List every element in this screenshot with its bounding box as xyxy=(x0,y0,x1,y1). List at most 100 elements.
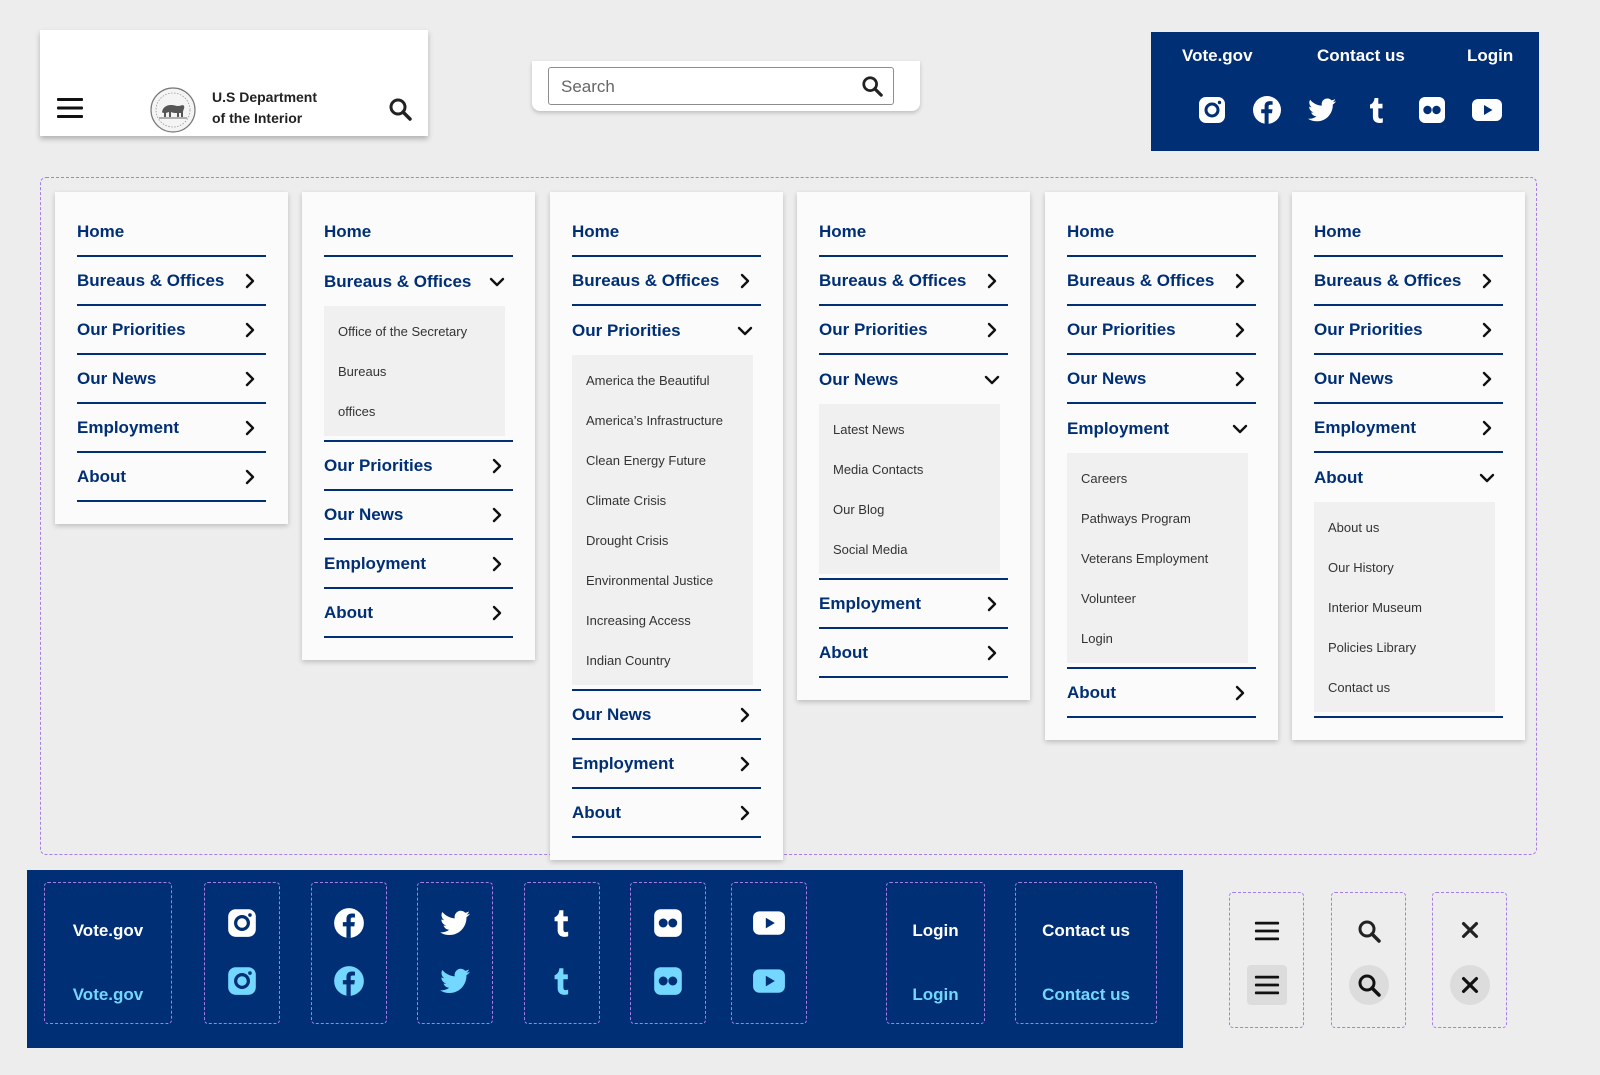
search-icon[interactable] xyxy=(388,97,412,121)
chevron-right-icon[interactable] xyxy=(737,805,753,821)
nav-item[interactable]: Our Priorities xyxy=(1314,306,1503,355)
nav-item[interactable]: Our News xyxy=(819,355,1008,404)
submenu-item[interactable]: Our History xyxy=(1314,548,1495,588)
instagram-icon[interactable] xyxy=(225,964,259,998)
submenu-item[interactable]: Login xyxy=(1067,619,1248,659)
close-icon[interactable] xyxy=(1459,919,1481,941)
nav-item[interactable]: Home xyxy=(1067,208,1256,257)
chevron-right-icon[interactable] xyxy=(737,273,753,289)
submenu-item[interactable]: Veterans Employment xyxy=(1067,539,1248,579)
twitter-icon[interactable] xyxy=(438,964,472,998)
chevron-right-icon[interactable] xyxy=(489,556,505,572)
nav-item[interactable]: Employment xyxy=(1314,404,1503,453)
contact-link-hover[interactable]: Contact us xyxy=(1016,985,1156,1005)
nav-item[interactable]: Our Priorities xyxy=(1067,306,1256,355)
nav-item[interactable]: Our News xyxy=(77,355,266,404)
nav-item[interactable]: Employment xyxy=(77,404,266,453)
nav-item[interactable]: About xyxy=(819,629,1008,678)
chevron-right-icon[interactable] xyxy=(984,273,1000,289)
nav-item[interactable]: Bureaus & Offices xyxy=(324,257,513,306)
nav-item[interactable]: About xyxy=(572,789,761,838)
nav-item[interactable]: Bureaus & Offices xyxy=(819,257,1008,306)
nav-item[interactable]: Our News xyxy=(324,491,513,540)
contact-link[interactable]: Contact us xyxy=(1317,46,1405,66)
nav-item[interactable]: Bureaus & Offices xyxy=(77,257,266,306)
submenu-item[interactable]: Pathways Program xyxy=(1067,499,1248,539)
nav-item[interactable]: Our Priorities xyxy=(77,306,266,355)
submenu-item[interactable]: Climate Crisis xyxy=(572,481,753,521)
submenu-item[interactable]: Drought Crisis xyxy=(572,521,753,561)
close-icon-hover[interactable] xyxy=(1449,965,1490,1005)
flickr-icon[interactable] xyxy=(651,964,685,998)
menu-icon-hover[interactable] xyxy=(1246,965,1287,1005)
chevron-right-icon[interactable] xyxy=(489,458,505,474)
seal-icon[interactable] xyxy=(150,87,196,133)
nav-item[interactable]: Our Priorities xyxy=(572,306,761,355)
submenu-item[interactable]: Media Contacts xyxy=(819,450,1000,490)
submenu-item[interactable]: Latest News xyxy=(819,410,1000,450)
chevron-right-icon[interactable] xyxy=(489,605,505,621)
chevron-right-icon[interactable] xyxy=(242,322,258,338)
submenu-item[interactable]: About us xyxy=(1314,508,1495,548)
login-link[interactable]: Login xyxy=(887,921,984,941)
nav-item[interactable]: Employment xyxy=(819,580,1008,629)
chevron-right-icon[interactable] xyxy=(984,645,1000,661)
submenu-item[interactable]: Volunteer xyxy=(1067,579,1248,619)
youtube-icon[interactable] xyxy=(1471,94,1503,126)
submenu-item[interactable]: offices xyxy=(324,392,505,432)
nav-item[interactable]: Employment xyxy=(572,740,761,789)
submenu-item[interactable]: America’s Infrastructure xyxy=(572,401,753,441)
chevron-right-icon[interactable] xyxy=(1479,322,1495,338)
nav-item[interactable]: Employment xyxy=(1067,404,1256,453)
menu-icon[interactable] xyxy=(1254,919,1280,943)
chevron-right-icon[interactable] xyxy=(1232,371,1248,387)
nav-item[interactable]: Home xyxy=(572,208,761,257)
search-icon[interactable] xyxy=(1357,919,1381,943)
chevron-right-icon[interactable] xyxy=(1479,273,1495,289)
facebook-icon[interactable] xyxy=(1251,94,1283,126)
agency-name[interactable]: U.S Department of the Interior xyxy=(212,87,317,129)
chevron-right-icon[interactable] xyxy=(984,322,1000,338)
submenu-item[interactable]: Careers xyxy=(1067,459,1248,499)
chevron-right-icon[interactable] xyxy=(242,469,258,485)
facebook-icon[interactable] xyxy=(332,964,366,998)
tumblr-icon[interactable] xyxy=(545,964,579,998)
twitter-icon[interactable] xyxy=(1306,94,1338,126)
tumblr-icon[interactable] xyxy=(1361,94,1393,126)
submenu-item[interactable]: Office of the Secretary xyxy=(324,312,505,352)
tumblr-icon[interactable] xyxy=(545,906,579,940)
facebook-icon[interactable] xyxy=(332,906,366,940)
chevron-right-icon[interactable] xyxy=(984,596,1000,612)
chevron-down-icon[interactable] xyxy=(489,274,505,290)
search-input[interactable] xyxy=(559,73,853,101)
flickr-icon[interactable] xyxy=(651,906,685,940)
login-link[interactable]: Login xyxy=(1467,46,1513,66)
vote-link-hover[interactable]: Vote.gov xyxy=(45,985,171,1005)
chevron-right-icon[interactable] xyxy=(242,371,258,387)
nav-item[interactable]: Home xyxy=(1314,208,1503,257)
nav-item[interactable]: Employment xyxy=(324,540,513,589)
instagram-icon[interactable] xyxy=(1196,94,1228,126)
flickr-icon[interactable] xyxy=(1416,94,1448,126)
chevron-down-icon[interactable] xyxy=(984,372,1000,388)
chevron-right-icon[interactable] xyxy=(1232,685,1248,701)
chevron-down-icon[interactable] xyxy=(737,323,753,339)
chevron-right-icon[interactable] xyxy=(489,507,505,523)
submenu-item[interactable]: America the Beautiful xyxy=(572,361,753,401)
submenu-item[interactable]: Increasing Access xyxy=(572,601,753,641)
contact-link[interactable]: Contact us xyxy=(1016,921,1156,941)
chevron-right-icon[interactable] xyxy=(1232,322,1248,338)
submenu-item[interactable]: Environmental Justice xyxy=(572,561,753,601)
nav-item[interactable]: Bureaus & Offices xyxy=(1067,257,1256,306)
search-icon-hover[interactable] xyxy=(1348,965,1389,1005)
twitter-icon[interactable] xyxy=(438,906,472,940)
chevron-right-icon[interactable] xyxy=(1479,371,1495,387)
submenu-item[interactable]: Policies Library xyxy=(1314,628,1495,668)
submenu-item[interactable]: Clean Energy Future xyxy=(572,441,753,481)
submenu-item[interactable]: Interior Museum xyxy=(1314,588,1495,628)
nav-item[interactable]: Home xyxy=(77,208,266,257)
youtube-icon[interactable] xyxy=(752,906,786,940)
nav-item[interactable]: Our News xyxy=(1067,355,1256,404)
nav-item[interactable]: Our Priorities xyxy=(819,306,1008,355)
search-icon[interactable] xyxy=(861,75,883,97)
